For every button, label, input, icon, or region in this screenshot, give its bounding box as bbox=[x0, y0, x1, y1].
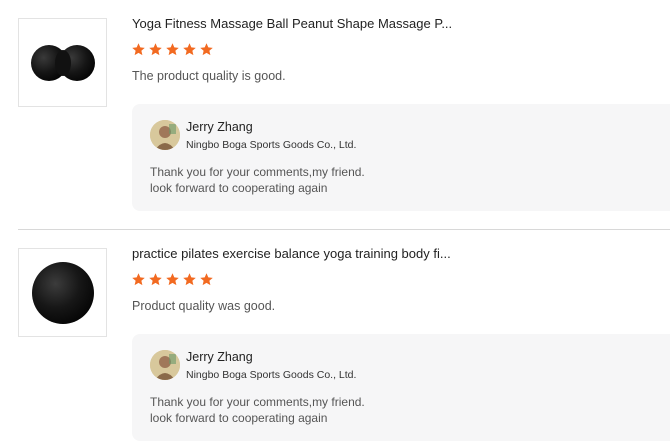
reply-text-line: Thank you for your comments,my friend. bbox=[150, 165, 365, 179]
star-icon bbox=[183, 273, 196, 286]
review-comment: The product quality is good. bbox=[132, 69, 286, 83]
star-icon bbox=[166, 273, 179, 286]
seller-avatar-icon bbox=[150, 120, 180, 150]
round-massage-ball-icon bbox=[31, 261, 94, 324]
reply-text-line: look forward to cooperating again bbox=[150, 181, 328, 195]
product-thumbnail[interactable] bbox=[18, 248, 107, 337]
seller-reply: Jerry Zhang Ningbo Boga Sports Goods Co.… bbox=[132, 334, 670, 441]
star-rating bbox=[131, 272, 214, 287]
review-comment: Product quality was good. bbox=[132, 299, 276, 313]
star-icon bbox=[200, 273, 213, 286]
star-icon bbox=[149, 273, 162, 286]
star-icon bbox=[132, 43, 145, 56]
product-title[interactable]: practice pilates exercise balance yoga t… bbox=[132, 246, 451, 261]
product-thumbnail[interactable] bbox=[18, 18, 107, 107]
reply-text-line: Thank you for your comments,my friend. bbox=[150, 395, 365, 409]
reply-company-name[interactable]: Ningbo Boga Sports Goods Co., Ltd. bbox=[186, 369, 356, 381]
avatar bbox=[150, 350, 180, 380]
reply-author-name: Jerry Zhang bbox=[186, 350, 253, 364]
peanut-massage-ball-icon bbox=[30, 44, 95, 81]
review-divider bbox=[18, 229, 670, 230]
reply-company-name[interactable]: Ningbo Boga Sports Goods Co., Ltd. bbox=[186, 139, 356, 151]
star-icon bbox=[183, 43, 196, 56]
avatar bbox=[150, 120, 180, 150]
seller-reply: Jerry Zhang Ningbo Boga Sports Goods Co.… bbox=[132, 104, 670, 211]
reviews-page: Yoga Fitness Massage Ball Peanut Shape M… bbox=[0, 0, 670, 448]
star-icon bbox=[200, 43, 213, 56]
star-icon bbox=[166, 43, 179, 56]
product-title[interactable]: Yoga Fitness Massage Ball Peanut Shape M… bbox=[132, 16, 452, 31]
star-rating bbox=[131, 42, 214, 57]
reply-author-name: Jerry Zhang bbox=[186, 120, 253, 134]
star-icon bbox=[149, 43, 162, 56]
star-icon bbox=[132, 273, 145, 286]
seller-avatar-icon bbox=[150, 350, 180, 380]
reply-text-line: look forward to cooperating again bbox=[150, 411, 328, 425]
